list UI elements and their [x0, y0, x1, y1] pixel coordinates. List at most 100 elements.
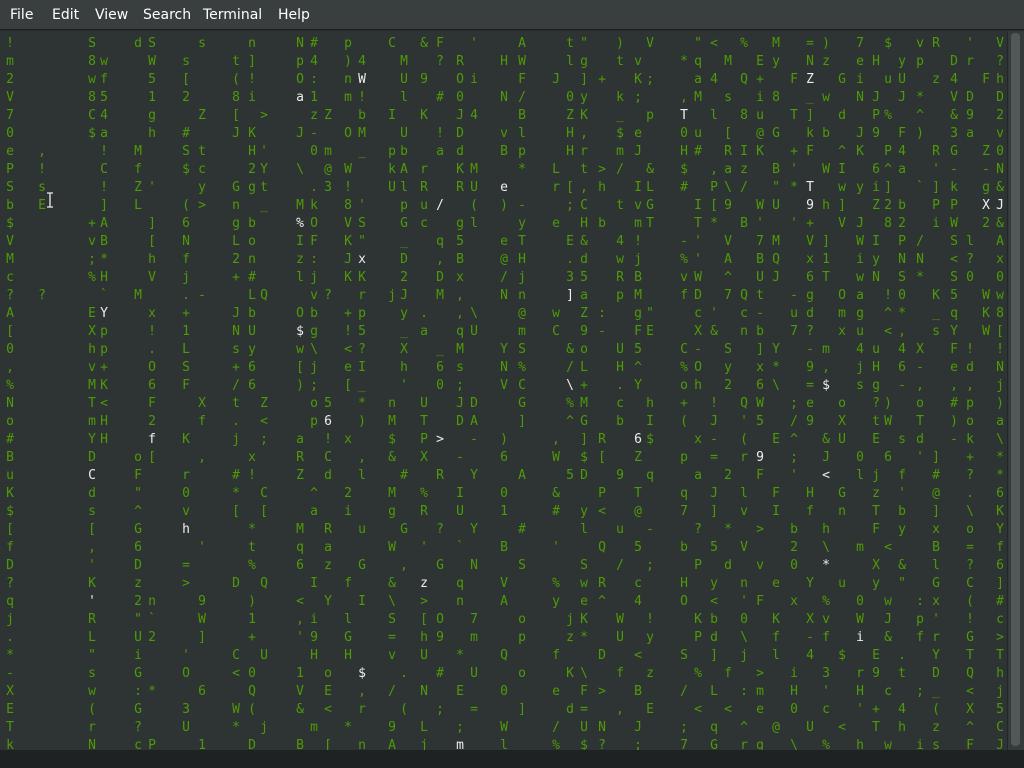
terminal-char: &: [566, 342, 574, 357]
terminal-char: %: [680, 252, 688, 267]
terminal-char: w: [100, 54, 108, 69]
menu-terminal[interactable]: Terminal: [193, 0, 272, 30]
terminal-char: 6: [634, 432, 642, 447]
terminal-char: D: [456, 414, 464, 429]
terminal-char: /: [518, 90, 526, 105]
terminal-char: C: [966, 576, 974, 591]
terminal-char: B: [932, 540, 940, 555]
terminal-char: !: [710, 396, 718, 411]
terminal-char: !: [966, 612, 974, 627]
menu-edit[interactable]: Edit: [42, 0, 89, 30]
menu-help[interactable]: Help: [268, 0, 320, 30]
terminal-char: k: [950, 180, 958, 195]
terminal-char: X: [966, 702, 974, 717]
terminal-char: c: [996, 612, 1004, 627]
terminal-char: r: [966, 54, 974, 69]
terminal-char: (: [88, 702, 96, 717]
terminal-char: ': [898, 486, 906, 501]
terminal-char: l: [358, 468, 366, 483]
terminal-char: w: [296, 342, 304, 357]
terminal-char: o: [518, 612, 526, 627]
terminal-char: ;: [260, 432, 268, 447]
terminal-char: y: [198, 180, 206, 195]
terminal-char: F: [966, 738, 974, 750]
terminal-char: 6: [996, 558, 1004, 573]
terminal-char: C: [518, 378, 526, 393]
terminal-char: f: [680, 288, 688, 303]
terminal-char: ,: [436, 252, 444, 267]
terminal-char: u: [616, 522, 624, 537]
terminal-char: !: [148, 324, 156, 339]
terminal-char: ,: [580, 126, 588, 141]
terminal-char: A: [518, 468, 526, 483]
terminal-char: d: [324, 468, 332, 483]
terminal-char: -: [806, 342, 814, 357]
terminal-char: F: [898, 126, 906, 141]
terminal-char: p: [358, 306, 366, 321]
terminal-char: <: [710, 594, 718, 609]
scrollbar-thumb[interactable]: [1011, 33, 1020, 746]
terminal-char: P: [898, 234, 906, 249]
terminal-char: d: [916, 432, 924, 447]
terminal-char: G: [400, 522, 408, 537]
terminal-char: !: [100, 144, 108, 159]
terminal-char: ': [470, 36, 478, 51]
terminal-row: Xw: * 6 Q V E, / N E 0 e F > B / L: m H ' Hc; _ < j: [0, 683, 1007, 701]
terminal-row: $ + A] 6 g b% O V S Gc g l y e Hb m T T * B ' ' + V J 8 2 i W 2 &: [0, 215, 1007, 233]
menu-file[interactable]: File: [0, 0, 43, 30]
terminal-char: q: [436, 234, 444, 249]
terminal-char: P: [694, 630, 702, 645]
terminal-char: C: [260, 486, 268, 501]
terminal-char: @: [500, 252, 508, 267]
terminal-char: 4: [898, 144, 906, 159]
terminal-char: e: [580, 594, 588, 609]
terminal-char: !: [634, 234, 642, 249]
terminal-char: 0: [996, 144, 1004, 159]
terminal-scrollbar[interactable]: [1007, 31, 1024, 750]
terminal-char: I: [388, 108, 396, 123]
terminal-char: i: [856, 252, 864, 267]
terminal-char: h: [996, 72, 1004, 87]
terminal-char: 6: [872, 162, 880, 177]
terminal-char: -: [694, 342, 702, 357]
terminal-char: 4: [634, 594, 642, 609]
terminal-char: %: [552, 576, 560, 591]
menu-search[interactable]: Search: [133, 0, 201, 30]
terminal-char: c: [6, 270, 14, 285]
terminal-char: e: [856, 54, 864, 69]
terminal-char: 9: [872, 126, 880, 141]
terminal-char: ]: [518, 414, 526, 429]
terminal-char: S: [6, 180, 14, 195]
terminal-char: L: [134, 198, 142, 213]
terminal-char: F: [580, 684, 588, 699]
terminal-char: N: [898, 252, 906, 267]
terminal-char: b: [822, 126, 830, 141]
terminal-char: <: [822, 468, 830, 483]
terminal-output[interactable]: ! Sd Ss n N # p C & F ' At ") V " <% M =) 7 $ v R ' Vm 8 w Ws t] p 4)…: [0, 31, 1007, 750]
terminal-char: j: [182, 270, 190, 285]
terminal-char: \: [822, 540, 830, 555]
terminal-row: - s G O <0 1 o $. # Uo K \ f z% f > i 3 r 9 t D Qh: [0, 665, 1007, 683]
terminal-char: Z: [634, 450, 642, 465]
terminal-char: +: [598, 72, 606, 87]
terminal-char: -: [598, 324, 606, 339]
terminal-char: N: [6, 396, 14, 411]
menu-view[interactable]: View: [85, 0, 138, 30]
terminal-row: D ' D =% 6 z G, G N S S /; Pd v 0 * X & l? 6: [0, 557, 1007, 575]
terminal-char: U: [772, 198, 780, 213]
terminal-char: J: [456, 396, 464, 411]
terminal-char: N: [470, 558, 478, 573]
terminal-char: Q: [500, 648, 508, 663]
terminal-char: y: [772, 54, 780, 69]
terminal-char: L: [580, 360, 588, 375]
terminal-char: D: [134, 558, 142, 573]
terminal-char: Q: [598, 540, 606, 555]
terminal-char: \: [790, 738, 798, 750]
terminal-char: s: [898, 432, 906, 447]
terminal-char: Y: [932, 648, 940, 663]
terminal-char: G: [932, 576, 940, 591]
terminal-char: [: [232, 504, 240, 519]
terminal-char: ?: [6, 576, 14, 591]
terminal-char: h: [420, 630, 428, 645]
terminal-char: *: [358, 396, 366, 411]
